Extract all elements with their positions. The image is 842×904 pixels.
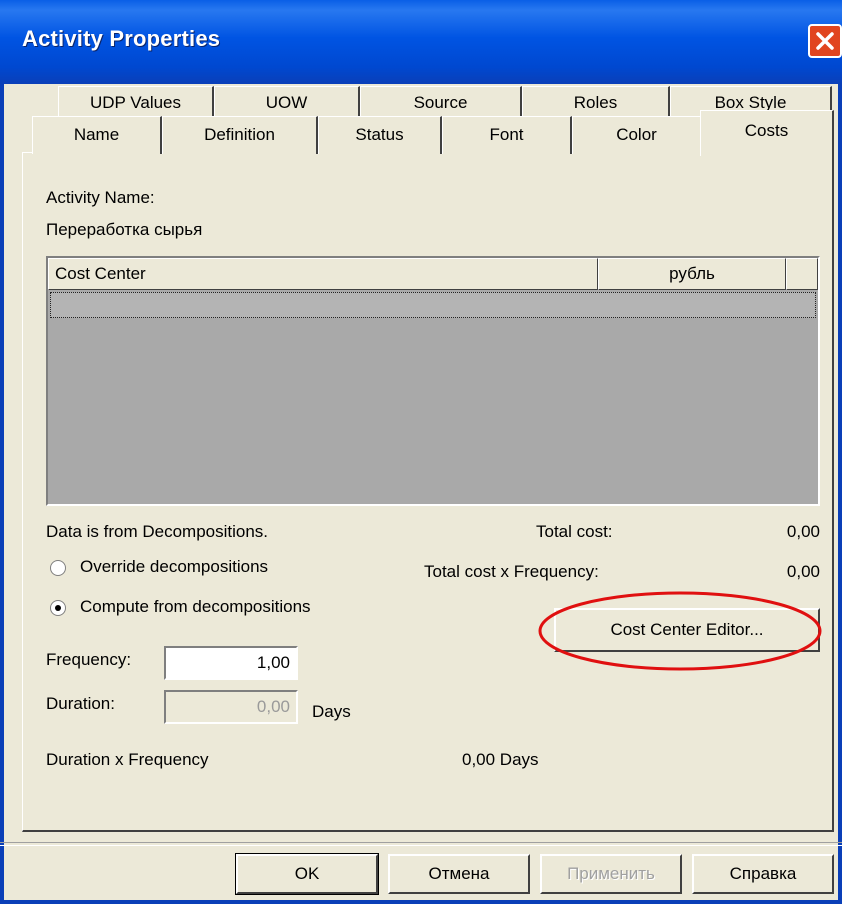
tab-costs[interactable]: Costs xyxy=(700,110,834,156)
tab-label: Definition xyxy=(204,125,275,144)
button-label: OK xyxy=(294,864,320,883)
tab-label: Font xyxy=(489,125,524,144)
button-label: Применить xyxy=(567,864,655,883)
override-decompositions-label[interactable]: Override decompositions xyxy=(80,557,268,577)
column-header-cost-center[interactable]: Cost Center xyxy=(48,258,598,290)
frequency-label: Frequency: xyxy=(46,650,132,669)
tab-label: UOW xyxy=(265,93,308,112)
tab-roles[interactable]: Roles xyxy=(522,86,670,118)
tab-font[interactable]: Font xyxy=(442,116,572,154)
total-cost-frequency-label: Total cost x Frequency: xyxy=(424,562,599,581)
window-frame-bottom xyxy=(0,900,842,904)
tab-label: Source xyxy=(413,93,468,112)
compute-from-decompositions-label[interactable]: Compute from decompositions xyxy=(80,597,311,617)
duration-unit: Days xyxy=(312,702,351,721)
tab-uow[interactable]: UOW xyxy=(214,86,360,118)
tab-label: Costs xyxy=(744,121,789,140)
tab-status[interactable]: Status xyxy=(318,116,442,154)
apply-button[interactable]: Применить xyxy=(540,854,682,894)
close-button[interactable] xyxy=(808,24,842,58)
ok-button[interactable]: OK xyxy=(235,853,379,895)
cost-center-grid[interactable]: Cost Center рубль xyxy=(46,256,820,506)
activity-name-label: Activity Name: xyxy=(46,188,155,207)
tab-label: Color xyxy=(616,125,657,144)
total-cost-value: 0,00 xyxy=(786,522,820,541)
tab-udp-values[interactable]: UDP Values xyxy=(58,86,214,118)
window-title: Activity Properties xyxy=(22,26,221,51)
help-button[interactable]: Справка xyxy=(692,854,834,894)
tab-label: Roles xyxy=(573,93,618,112)
total-cost-frequency-value: 0,00 xyxy=(786,562,820,581)
frequency-input[interactable]: 1,00 xyxy=(164,646,298,680)
tab-source[interactable]: Source xyxy=(360,86,522,118)
tab-definition[interactable]: Definition xyxy=(162,116,318,154)
duration-frequency-value: 0,00 Days xyxy=(462,750,539,769)
data-source-text: Data is from Decompositions. xyxy=(46,522,269,541)
override-decompositions-radio[interactable] xyxy=(50,560,66,576)
tab-label: UDP Values xyxy=(89,93,182,112)
total-cost-label: Total cost: xyxy=(536,522,613,541)
column-header-blank xyxy=(786,258,818,290)
window-frame-right xyxy=(838,84,842,904)
close-icon xyxy=(816,32,834,50)
window-frame-left xyxy=(0,84,4,904)
button-label: Отмена xyxy=(428,864,490,883)
column-header-currency[interactable]: рубль xyxy=(598,258,786,290)
button-label: Справка xyxy=(729,864,797,883)
compute-from-decompositions-radio[interactable] xyxy=(50,600,66,616)
duration-label: Duration: xyxy=(46,694,115,713)
duration-frequency-label: Duration x Frequency xyxy=(46,750,209,769)
tab-label: Status xyxy=(355,125,404,144)
cancel-button[interactable]: Отмена xyxy=(388,854,530,894)
duration-input[interactable]: 0,00 xyxy=(164,690,298,724)
tab-name[interactable]: Name xyxy=(32,116,162,154)
radio-selected-dot xyxy=(55,605,61,611)
tab-color[interactable]: Color xyxy=(572,116,702,154)
button-area-separator xyxy=(0,842,842,846)
grid-row-new[interactable] xyxy=(50,292,816,318)
activity-name-value: Переработка сырья xyxy=(46,220,203,239)
highlight-ellipse xyxy=(538,591,822,671)
tab-label: Name xyxy=(73,125,120,144)
